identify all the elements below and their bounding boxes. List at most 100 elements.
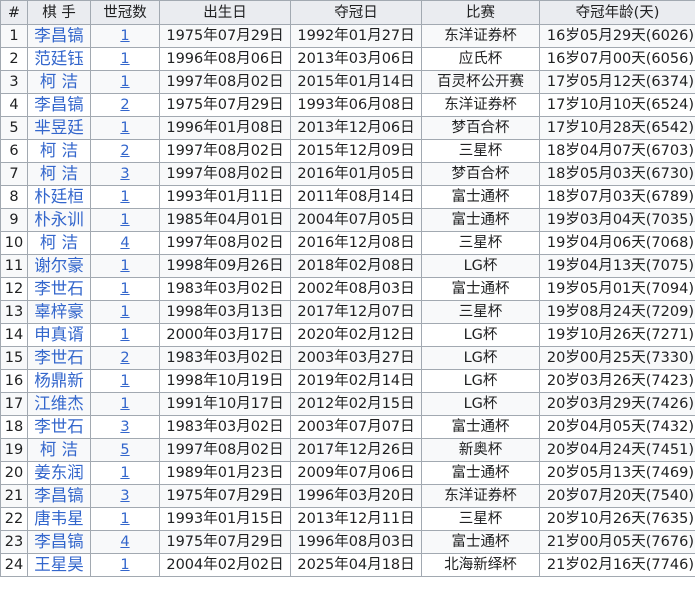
header-title-count[interactable]: 世冠数 xyxy=(90,0,160,25)
title-count-link[interactable]: 2 xyxy=(120,350,129,366)
row-number-cell: 22 xyxy=(0,507,28,531)
title-count-link[interactable]: 1 xyxy=(120,120,129,136)
title-count-link[interactable]: 2 xyxy=(120,143,129,159)
title-count-link[interactable]: 5 xyxy=(120,442,129,458)
win-date-cell: 1996年08月03日 xyxy=(290,530,422,554)
title-count-link[interactable]: 4 xyxy=(120,235,129,251)
win-date-cell: 2015年01月14日 xyxy=(290,70,422,94)
player-name-link[interactable]: 李昌镐 xyxy=(34,26,84,45)
player-name-link[interactable]: 杨鼎新 xyxy=(34,371,84,390)
title-count-link[interactable]: 3 xyxy=(120,419,129,435)
title-count-link[interactable]: 1 xyxy=(120,327,129,343)
player-name-link[interactable]: 柯 洁 xyxy=(40,233,78,252)
row-number-cell: 21 xyxy=(0,484,28,508)
win-age-cell: 20岁00月25天(7330) xyxy=(539,346,695,370)
player-name-link[interactable]: 柯 洁 xyxy=(40,141,78,160)
player-name-link[interactable]: 柯 洁 xyxy=(40,72,78,91)
win-age-cell: 17岁05月12天(6374) xyxy=(539,70,695,94)
title-count-link[interactable]: 1 xyxy=(120,373,129,389)
event-name-cell: 梦百合杯 xyxy=(421,116,540,140)
player-name-link[interactable]: 李世石 xyxy=(34,279,84,298)
player-name-cell: 杨鼎新 xyxy=(27,369,91,393)
player-name-link[interactable]: 唐韦星 xyxy=(34,509,84,528)
row-number-cell: 9 xyxy=(0,208,28,232)
player-name-link[interactable]: 姜东润 xyxy=(34,463,84,482)
title-count-link[interactable]: 3 xyxy=(120,488,129,504)
title-count-link[interactable]: 1 xyxy=(120,212,129,228)
title-count-link[interactable]: 1 xyxy=(120,51,129,67)
birth-date-cell: 1991年10月17日 xyxy=(159,392,291,416)
event-name-cell: 三星杯 xyxy=(421,507,540,531)
player-name-link[interactable]: 李昌镐 xyxy=(34,532,84,551)
win-date-cell: 1993年06月08日 xyxy=(290,93,422,117)
title-count-link[interactable]: 4 xyxy=(120,534,129,550)
table-row: 6 柯 洁 2 1997年08月02日 2015年12月09日 三星杯 18岁04月07天(… xyxy=(0,139,695,163)
title-count-link[interactable]: 1 xyxy=(120,74,129,90)
player-name-link[interactable]: 李世石 xyxy=(34,417,84,436)
player-name-link[interactable]: 柯 洁 xyxy=(40,440,78,459)
title-count-cell: 3 xyxy=(90,415,160,439)
title-count-link[interactable]: 3 xyxy=(120,166,129,182)
title-count-cell: 5 xyxy=(90,438,160,462)
event-name-cell: 富士通杯 xyxy=(421,185,540,209)
header-win-age[interactable]: 夺冠年龄(天) xyxy=(539,0,695,25)
win-date-cell: 1996年03月20日 xyxy=(290,484,422,508)
title-count-link[interactable]: 1 xyxy=(120,281,129,297)
title-count-link[interactable]: 1 xyxy=(120,511,129,527)
header-win-date[interactable]: 夺冠日 xyxy=(290,0,422,25)
win-age-cell: 20岁03月29天(7426) xyxy=(539,392,695,416)
row-number-cell: 19 xyxy=(0,438,28,462)
player-name-cell: 姜东润 xyxy=(27,461,91,485)
player-name-link[interactable]: 申真谞 xyxy=(34,325,84,344)
title-count-cell: 1 xyxy=(90,461,160,485)
player-name-link[interactable]: 谢尔豪 xyxy=(34,256,84,275)
row-number-cell: 12 xyxy=(0,277,28,301)
win-age-cell: 21岁02月16天(7746) xyxy=(539,553,695,577)
player-name-link[interactable]: 李昌镐 xyxy=(34,486,84,505)
title-count-link[interactable]: 1 xyxy=(120,189,129,205)
win-age-cell: 19岁08月24天(7209) xyxy=(539,300,695,324)
win-age-cell: 19岁10月26天(7271) xyxy=(539,323,695,347)
event-name-cell: 三星杯 xyxy=(421,139,540,163)
player-name-link[interactable]: 朴廷桓 xyxy=(34,187,84,206)
table-row: 11 谢尔豪 1 1998年09月26日 2018年02月08日 LG杯 19岁04月13天… xyxy=(0,254,695,278)
row-number-cell: 7 xyxy=(0,162,28,186)
win-date-cell: 2004年07月05日 xyxy=(290,208,422,232)
header-row: # 棋 手 世冠数 出生日 夺冠日 比赛 夺冠年龄(天) xyxy=(0,0,695,25)
title-count-link[interactable]: 1 xyxy=(120,258,129,274)
win-age-cell: 18岁05月03天(6730) xyxy=(539,162,695,186)
player-name-cell: 谢尔豪 xyxy=(27,254,91,278)
header-number[interactable]: # xyxy=(0,0,28,25)
header-player[interactable]: 棋 手 xyxy=(27,0,91,25)
title-count-link[interactable]: 2 xyxy=(120,97,129,113)
row-number-cell: 10 xyxy=(0,231,28,255)
win-date-cell: 2018年02月08日 xyxy=(290,254,422,278)
win-age-cell: 19岁04月06天(7068) xyxy=(539,231,695,255)
win-date-cell: 2017年12月07日 xyxy=(290,300,422,324)
player-name-link[interactable]: 范廷钰 xyxy=(34,49,84,68)
player-name-link[interactable]: 朴永训 xyxy=(34,210,84,229)
player-name-link[interactable]: 李世石 xyxy=(34,348,84,367)
row-number-cell: 4 xyxy=(0,93,28,117)
player-name-link[interactable]: 王星昊 xyxy=(34,555,84,574)
player-name-link[interactable]: 江维杰 xyxy=(34,394,84,413)
title-count-link[interactable]: 1 xyxy=(120,557,129,573)
event-name-cell: 富士通杯 xyxy=(421,530,540,554)
player-name-cell: 柯 洁 xyxy=(27,70,91,94)
header-birth-date[interactable]: 出生日 xyxy=(159,0,291,25)
title-count-cell: 2 xyxy=(90,139,160,163)
title-count-link[interactable]: 1 xyxy=(120,396,129,412)
title-count-link[interactable]: 1 xyxy=(120,28,129,44)
player-name-cell: 李昌镐 xyxy=(27,530,91,554)
player-name-link[interactable]: 辜梓豪 xyxy=(34,302,84,321)
player-name-link[interactable]: 柯 洁 xyxy=(40,164,78,183)
table-row: 22 唐韦星 1 1993年01月15日 2013年12月11日 三星杯 20岁10月26天… xyxy=(0,507,695,531)
player-name-link[interactable]: 芈昱廷 xyxy=(34,118,84,137)
header-event[interactable]: 比赛 xyxy=(421,0,540,25)
title-count-link[interactable]: 1 xyxy=(120,304,129,320)
table-row: 18 李世石 3 1983年03月02日 2003年07月07日 富士通杯 20岁04月05… xyxy=(0,415,695,439)
player-name-link[interactable]: 李昌镐 xyxy=(34,95,84,114)
title-count-cell: 1 xyxy=(90,369,160,393)
title-count-link[interactable]: 1 xyxy=(120,465,129,481)
table-row: 23 李昌镐 4 1975年07月29日 1996年08月03日 富士通杯 21岁00月05… xyxy=(0,530,695,554)
